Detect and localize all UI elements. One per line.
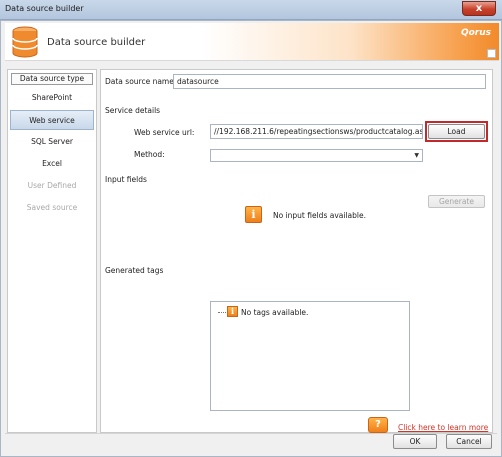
generate-button[interactable]: Generate <box>428 195 485 208</box>
info-icon: i <box>227 306 238 317</box>
nav-header: Data source type <box>11 73 93 85</box>
nav-item-excel[interactable]: Excel <box>10 154 94 174</box>
banner-title: Data source builder <box>47 37 146 48</box>
dialog-window: Data source builder Qorus Data source ty… <box>0 20 502 457</box>
url-label: Web service url: <box>134 128 195 137</box>
service-details-heading: Service details <box>105 106 161 115</box>
title-bar: Data source builder x <box>0 0 502 20</box>
nav-item-user-defined[interactable]: User Defined <box>10 176 94 196</box>
close-button[interactable]: x <box>462 1 496 16</box>
brand-logo: Qorus <box>460 28 491 38</box>
method-select[interactable]: ▼ <box>210 149 423 162</box>
nav-item-web-service[interactable]: Web service <box>10 110 94 130</box>
database-icon <box>12 26 38 58</box>
ok-button[interactable]: OK <box>393 434 437 449</box>
no-input-fields-text: No input fields available. <box>273 211 366 220</box>
header-banner: Data source builder Qorus <box>5 23 499 61</box>
chevron-down-icon: ▼ <box>414 152 419 159</box>
tree-connector <box>218 312 226 313</box>
cancel-button[interactable]: Cancel <box>446 434 492 449</box>
window-title: Data source builder <box>5 4 84 13</box>
name-label: Data source name <box>105 77 174 86</box>
nav-item-sql-server[interactable]: SQL Server <box>10 132 94 152</box>
help-icon[interactable]: ? <box>368 417 388 433</box>
input-fields-heading: Input fields <box>105 175 147 184</box>
nav-item-sharepoint[interactable]: SharePoint <box>10 88 94 108</box>
load-button[interactable]: Load <box>428 124 485 139</box>
main-panel: Data source name datasource Service deta… <box>100 69 493 433</box>
data-source-type-panel: Data source type SharePoint Web service … <box>7 69 97 433</box>
web-service-url-input[interactable]: //192.168.211.6/repeatingsectionsws/prod… <box>210 124 423 139</box>
generated-tags-heading: Generated tags <box>105 266 164 275</box>
method-label: Method: <box>134 150 165 159</box>
nav-item-saved-source[interactable]: Saved source <box>10 198 94 218</box>
resize-corner-icon <box>487 49 496 58</box>
data-source-name-input[interactable]: datasource <box>173 74 486 89</box>
no-tags-text: No tags available. <box>241 308 309 317</box>
generated-tags-tree[interactable]: i No tags available. <box>210 301 410 411</box>
learn-more-link[interactable]: Click here to learn more <box>398 423 488 432</box>
info-icon: i <box>245 206 262 223</box>
